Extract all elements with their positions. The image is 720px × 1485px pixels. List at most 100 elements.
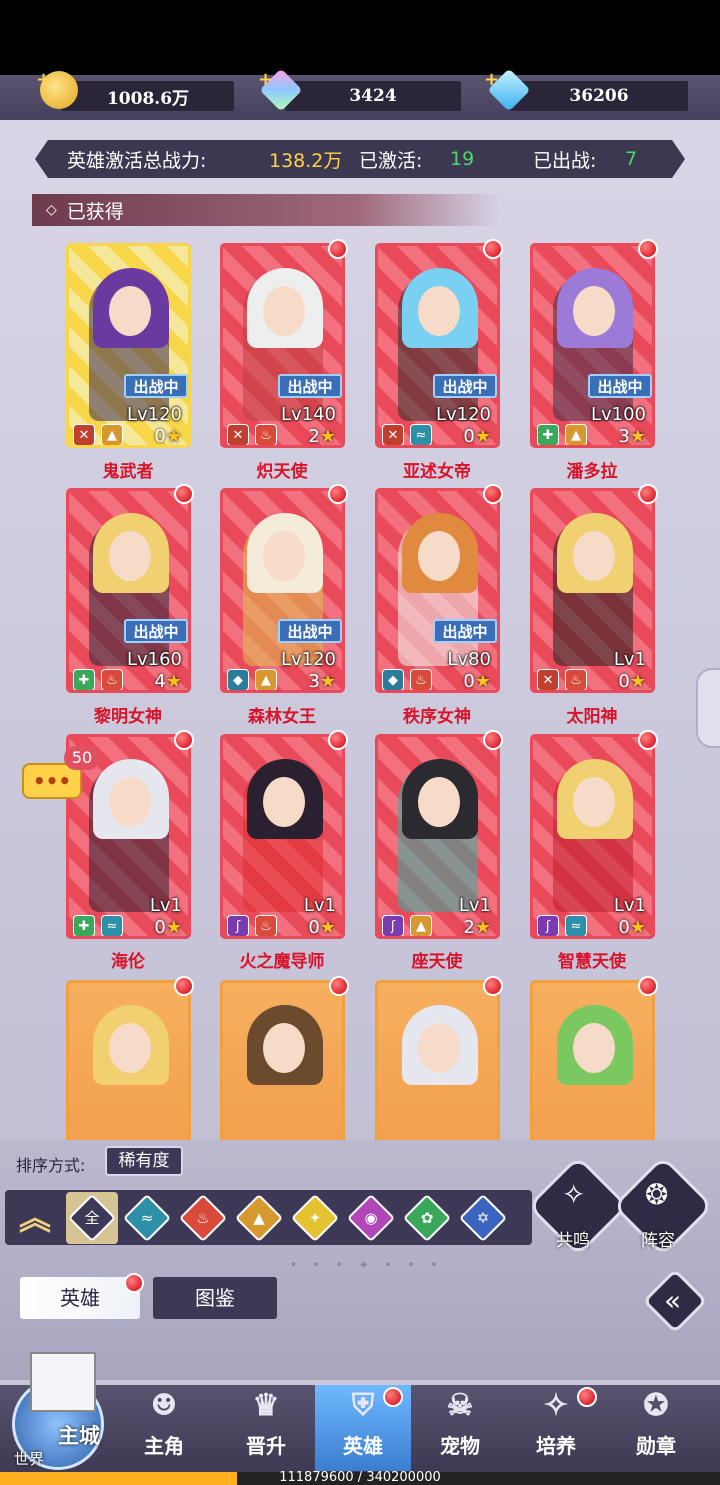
hero-name: 炽天使 [256,462,308,482]
hero-name: 森林女王 [248,707,316,727]
helmet-icon: ⛨ [351,1388,375,1423]
hero-name: 火之魔导师 [239,952,325,972]
nav-promote[interactable]: ♛ 晋升 [218,1385,314,1471]
nav-protagonist[interactable]: ☻ 主角 [116,1385,212,1471]
hero-card-partial[interactable] [530,980,655,1140]
hero-name: 海伦 [111,952,145,972]
diamond-plus-icon[interactable]: + [484,69,499,90]
hero-level: Lv160 [126,649,182,670]
hero-card-partial[interactable] [220,980,345,1140]
notification-dot [328,730,348,750]
hero-stars: 0★ [618,671,646,692]
hero-name: 潘多拉 [566,462,618,482]
hero-level: Lv1 [458,895,491,916]
hero-portrait-face [573,286,615,336]
hero-stars: 0★ [154,426,182,447]
hero-portrait-face [418,777,460,827]
nav-pets[interactable]: ☠ 宠物 [412,1385,508,1471]
promote-icon: ♛ [252,1388,280,1423]
hero-card[interactable]: 出战中 Lv120 0★ ✕ ≈ [375,243,500,448]
hero-portrait-face [263,777,305,827]
tab-codex[interactable]: 图鉴 [153,1277,277,1319]
hero-level: Lv1 [613,895,646,916]
star-icon: ★ [474,917,491,938]
hero-card[interactable]: 出战中 Lv80 0★ ◆ ♨ [375,488,500,693]
diamond-bullet-icon: ◇ [46,202,57,218]
sort-dropdown[interactable]: 稀有度 [105,1146,183,1176]
star-icon: ★ [319,671,336,692]
hero-portrait-face [573,777,615,827]
hero-card[interactable]: 出战中 Lv120 3★ ◆ ▲ [220,488,345,693]
hero-portrait-face [263,531,305,581]
deployed-badge: 出战中 [124,374,188,398]
protagonist-icon: ☻ [150,1388,178,1423]
crystal-counter[interactable]: 3424 [285,81,461,111]
gold-counter[interactable]: 1008.6万 [62,81,234,111]
hero-stars: 2★ [308,426,336,447]
back-icon: « [664,1284,682,1317]
hero-card[interactable]: 出战中 Lv100 3★ ✚ ▲ [530,243,655,448]
star-icon: ★ [629,671,646,692]
hero-stars: 0★ [618,917,646,938]
cross-class-icon: ✚ [537,424,559,445]
hero-card[interactable]: Lv1 0★ ʃ ≈ [530,734,655,939]
page-indicator: • • • ✦ • • • [290,1258,444,1272]
hero-level: Lv1 [303,895,336,916]
hero-portrait-face [263,286,305,336]
hero-name: 秩序女神 [403,707,471,727]
blade-class-icon: ✕ [227,424,249,445]
hero-stars: 0★ [463,671,491,692]
notification-dot [174,484,194,504]
tab-heroes[interactable]: 英雄 [20,1277,140,1319]
notification-dot [328,484,348,504]
hero-stars: 0★ [308,917,336,938]
blade-class-icon: ✕ [382,424,404,445]
nav-medals[interactable]: ✪ 勋章 [608,1385,704,1471]
hero-portrait-face [573,531,615,581]
main-city-label[interactable]: 主城 [58,1420,100,1450]
staff-class-icon: ʃ [227,915,249,936]
hero-card[interactable]: 出战中 Lv160 4★ ✚ ♨ [66,488,191,693]
chat-count-badge: 50 [64,746,100,770]
exp-text: 111879600 / 340200000 [279,1470,441,1485]
hero-card[interactable]: Lv1 0★ ʃ ♨ [220,734,345,939]
notification-dot [638,239,658,259]
fire-class-icon: ♨ [101,669,123,690]
fire-class-icon: ♨ [255,424,277,445]
crystal-plus-icon[interactable]: + [258,69,273,90]
diamond-counter[interactable]: 36206 [510,81,688,111]
blade-class-icon: ✕ [73,424,95,445]
hero-portrait-face [109,531,151,581]
hero-stars: 0★ [463,426,491,447]
world-label[interactable]: 世界 [14,1448,44,1469]
notification-dot [124,1273,144,1293]
notification-dot [483,730,503,750]
hero-level: Lv1 [149,895,182,916]
hero-card[interactable]: Lv1 2★ ʃ ▲ [375,734,500,939]
side-drawer-tab[interactable] [696,668,720,748]
hero-card[interactable]: 出战中 Lv140 2★ ✕ ♨ [220,243,345,448]
hero-card[interactable]: Lv1 0★ ✕ ♨ [530,488,655,693]
gold-plus-icon[interactable]: + [36,69,51,90]
light-class-icon: ▲ [565,424,587,445]
hero-card-partial[interactable] [66,980,191,1140]
collapse-up-icon[interactable]: ︽ [14,1196,56,1240]
light-class-icon: ▲ [255,669,277,690]
water-class-icon: ≈ [410,424,432,445]
hero-portrait-face [418,531,460,581]
notification-dot [328,239,348,259]
notification-dot [174,976,194,996]
star-icon: ★ [165,426,182,447]
hero-name: 鬼武者 [102,462,154,482]
hero-card-partial[interactable] [375,980,500,1140]
hero-card[interactable]: 出战中 Lv120 0★ ✕ ▲ [66,243,191,448]
castle-icon [30,1352,96,1412]
medal-icon: ✪ [643,1388,669,1423]
deployed-badge: 出战中 [278,619,342,643]
section-header: ◇ 已获得 [32,194,500,226]
fire-class-icon: ♨ [255,915,277,936]
hero-level: Lv80 [447,649,491,670]
water-class-icon: ≈ [565,915,587,936]
lineup-label: 阵容 [641,1231,675,1251]
water-class-icon: ≈ [101,915,123,936]
